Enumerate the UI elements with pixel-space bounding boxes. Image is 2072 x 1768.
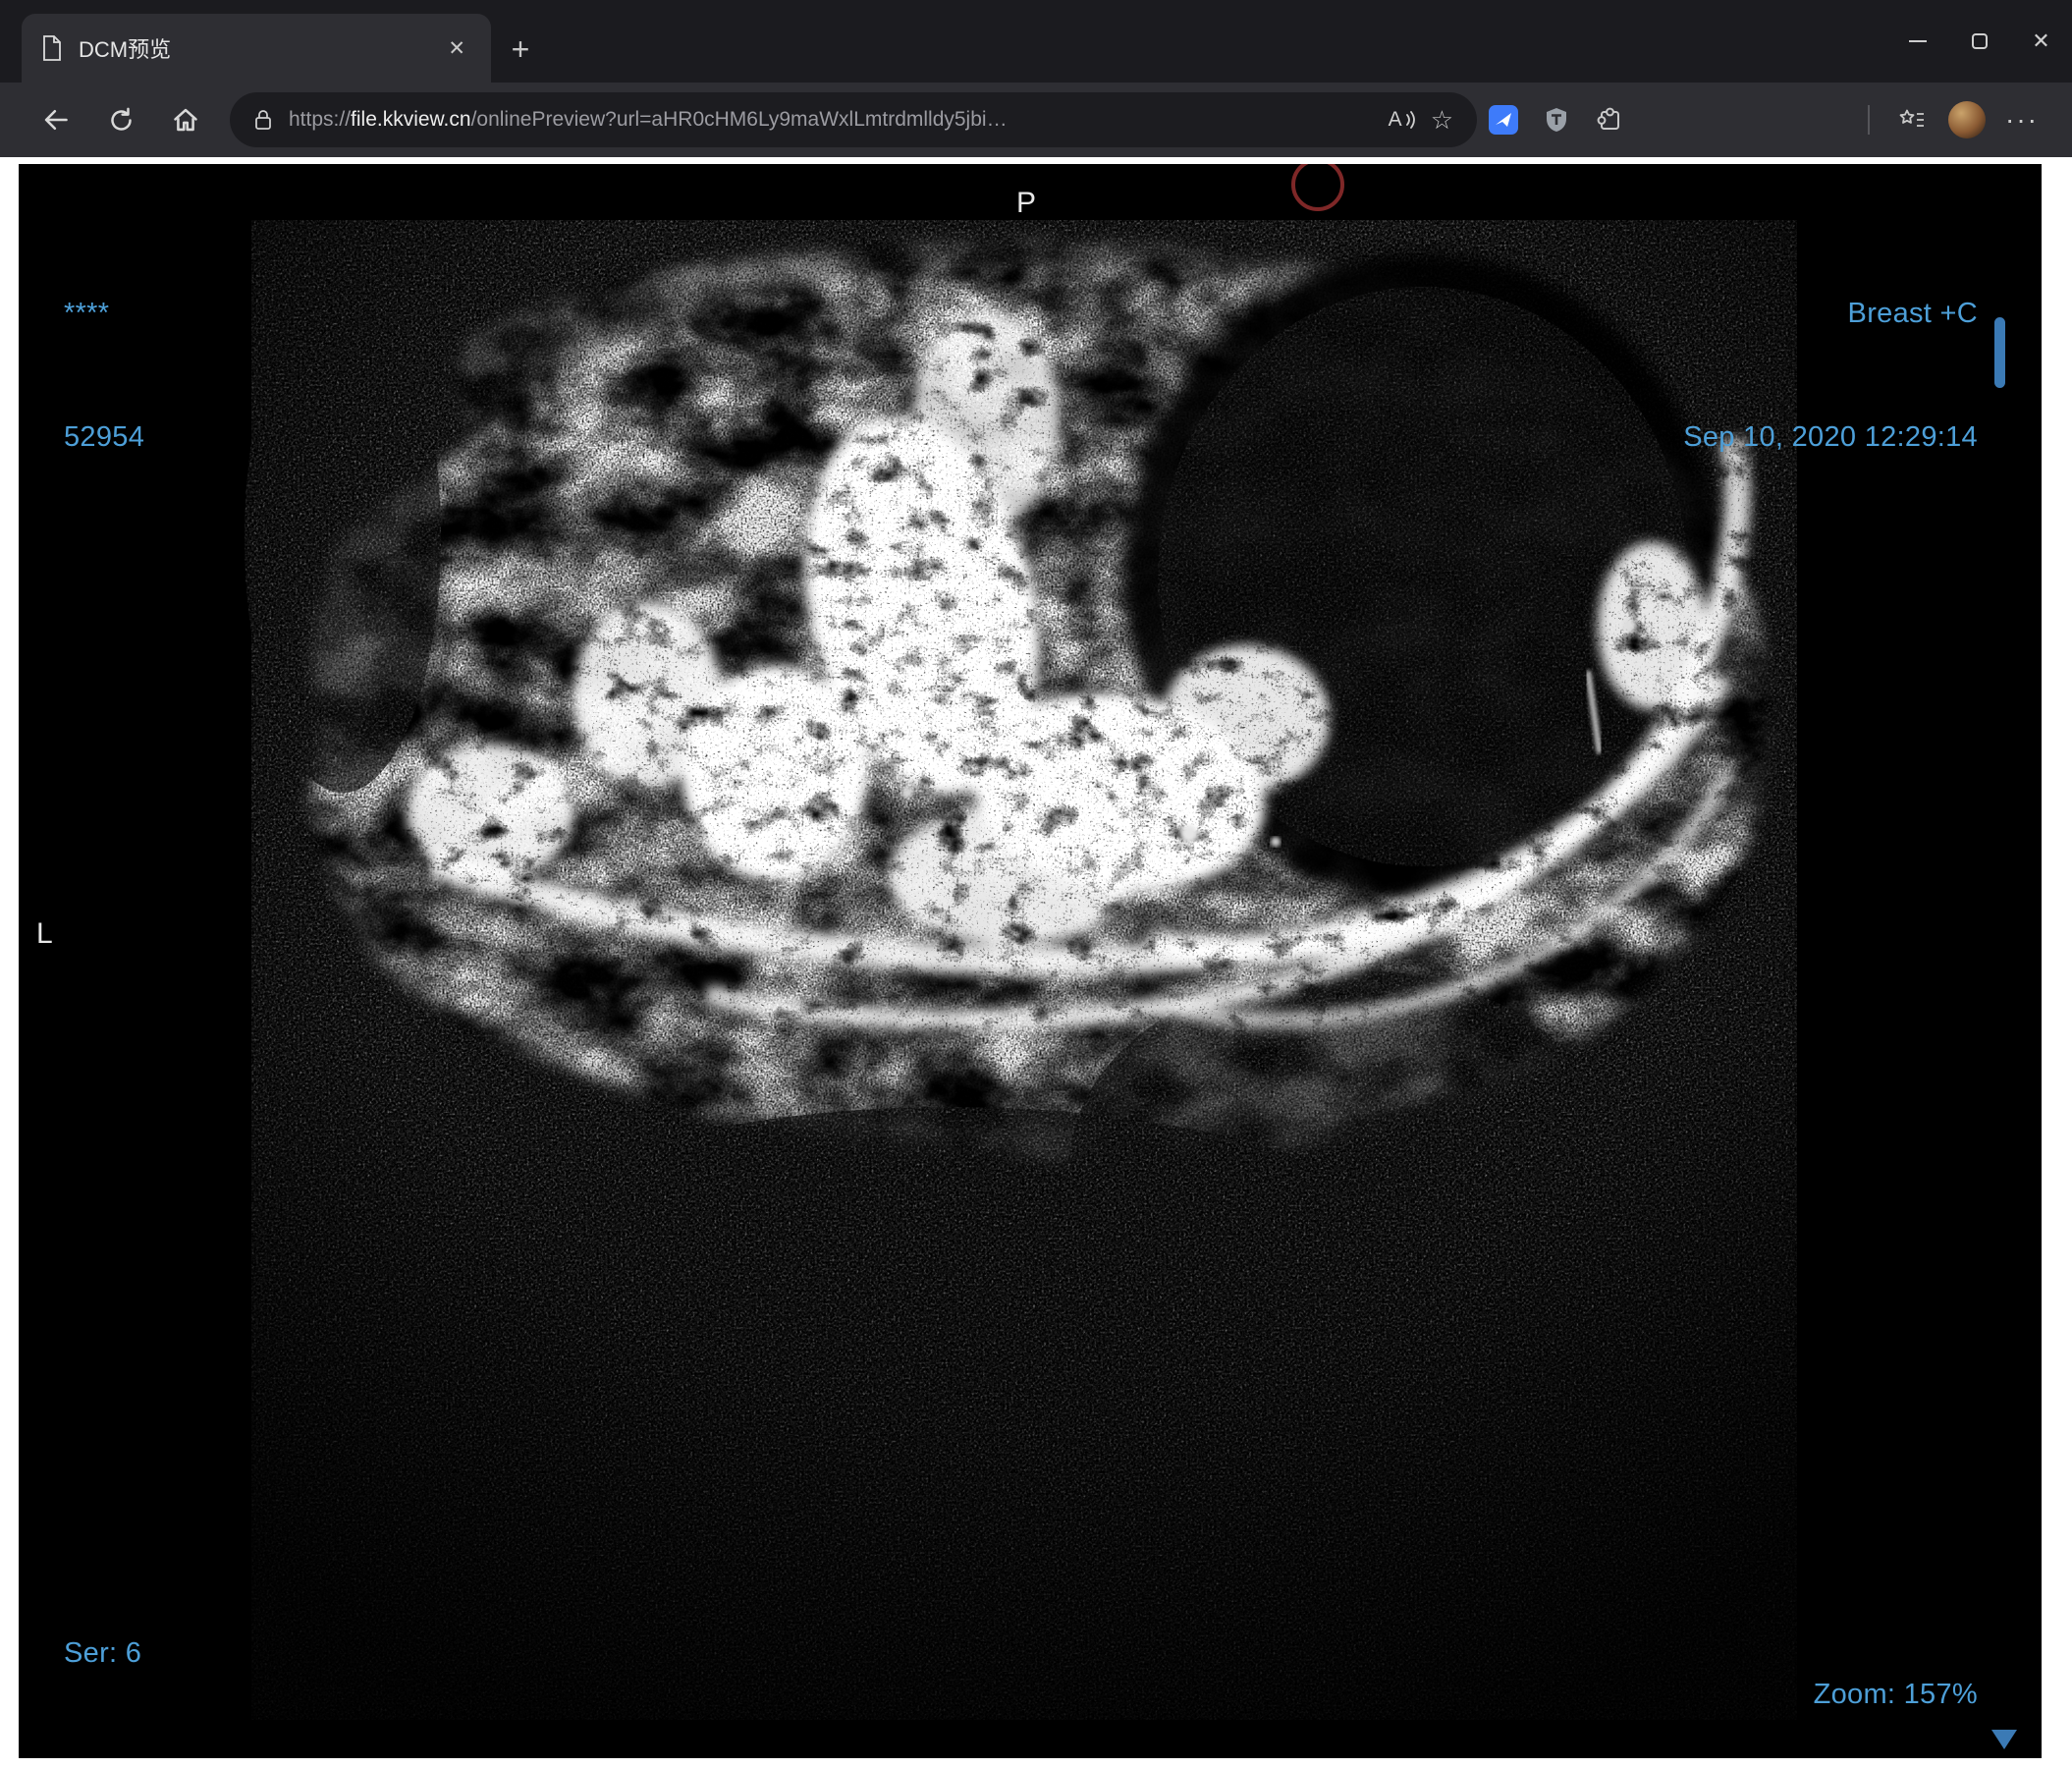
address-bar[interactable]: https://file.kkview.cn/onlinePreview?url…	[230, 92, 1477, 147]
read-aloud-button[interactable]: A	[1389, 108, 1415, 132]
patient-number: 52954	[64, 421, 145, 453]
window-controls: ✕	[1886, 0, 2072, 83]
dicom-viewer[interactable]: **** 52954 Breast +C Sep 10, 2020 12:29:…	[19, 164, 2042, 1758]
settings-more-button[interactable]: ···	[1995, 92, 2048, 147]
study-datetime: Sep 10, 2020 12:29:14	[1683, 421, 1978, 453]
minimize-button[interactable]	[1886, 0, 1948, 83]
study-description: Breast +C	[1847, 298, 1978, 329]
minimize-icon	[1908, 40, 1927, 42]
back-button[interactable]	[24, 92, 88, 147]
new-tab-button[interactable]: +	[499, 28, 542, 71]
viewer-scrollbar-thumb[interactable]	[1994, 317, 2005, 388]
lock-icon	[255, 110, 271, 130]
read-aloud-letter: A	[1388, 108, 1402, 131]
refresh-icon	[110, 107, 132, 131]
orientation-marker-posterior: P	[1016, 187, 1037, 219]
tab-close-icon[interactable]: ✕	[442, 34, 471, 63]
toolbar-divider	[1868, 105, 1870, 135]
translate-extension-icon[interactable]	[1477, 92, 1530, 147]
page-background: **** 52954 Breast +C Sep 10, 2020 12:29:…	[0, 157, 2072, 1768]
browser-toolbar: https://file.kkview.cn/onlinePreview?url…	[0, 83, 2072, 157]
zoom-level: Zoom: 157%	[1813, 1679, 1978, 1710]
home-icon	[174, 108, 197, 132]
favorites-bar-icon[interactable]	[1885, 92, 1938, 147]
overlay-top-left: **** 52954	[64, 210, 144, 540]
patient-id-masked: ****	[64, 298, 110, 329]
overlay-bottom-right: Zoom: 157% W: 778 L: 389 Lossless / Unco…	[1645, 1591, 1978, 1758]
sound-waves-icon	[1405, 111, 1415, 129]
viewer-scroll-down-icon[interactable]	[1991, 1730, 2017, 1749]
home-button[interactable]	[153, 92, 218, 147]
image-number: Img: 201 1/545	[64, 1756, 478, 1758]
url-path: /onlinePreview?url=aHR0cHM6Ly9maWxlLmtrd…	[470, 108, 1008, 131]
close-icon: ✕	[2032, 28, 2050, 53]
profile-avatar[interactable]	[1948, 101, 1986, 138]
maximize-icon	[1971, 33, 1988, 49]
url-domain: file.kkview.cn	[351, 108, 471, 131]
tab-dcm-preview[interactable]: DCM预览 ✕	[22, 14, 491, 83]
browser-window: DCM预览 ✕ + ✕ https://file.kkview.cn/onlin…	[0, 0, 2072, 1768]
url-text[interactable]: https://file.kkview.cn/onlinePreview?url…	[289, 108, 1373, 132]
favorite-star-icon[interactable]: ☆	[1431, 107, 1453, 133]
maximize-button[interactable]	[1948, 0, 2010, 83]
shield-extension-icon[interactable]	[1530, 92, 1583, 147]
document-file-icon	[43, 35, 61, 61]
series-number: Ser: 6	[64, 1637, 142, 1669]
close-window-button[interactable]: ✕	[2010, 0, 2072, 83]
tab-strip: DCM预览 ✕ + ✕	[0, 0, 2072, 83]
toolbar-right-cluster: ···	[1862, 92, 2048, 147]
refresh-button[interactable]	[88, 92, 153, 147]
extensions-puzzle-icon[interactable]	[1583, 92, 1636, 147]
overlay-top-right: Breast +C Sep 10, 2020 12:29:14	[1683, 210, 1978, 540]
back-arrow-icon	[44, 109, 68, 131]
tab-title: DCM预览	[79, 37, 172, 62]
url-scheme: https://	[289, 108, 352, 131]
orientation-marker-left: L	[36, 917, 53, 950]
overlay-bottom-left: Ser: 6 Img: 201 1/545 512 x 512 Loc: 109…	[64, 1550, 478, 1758]
